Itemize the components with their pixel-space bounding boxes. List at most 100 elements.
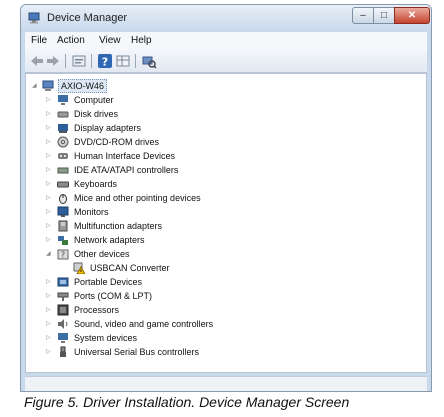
tree-label: Universal Serial Bus controllers xyxy=(74,347,200,357)
network-icon xyxy=(58,236,68,245)
menu-action[interactable]: Action xyxy=(57,35,85,46)
menu-help[interactable]: Help xyxy=(131,35,152,46)
maximize-button[interactable]: □ xyxy=(373,7,395,24)
menu-view[interactable]: View xyxy=(99,35,121,46)
tree-label: Mice and other pointing devices xyxy=(74,193,201,203)
expand-arrow-icon[interactable]: ▷ xyxy=(46,289,53,303)
computer-root-icon xyxy=(42,80,54,91)
usb-icon xyxy=(60,346,66,357)
tree-item-usb-controllers[interactable]: ▷ Universal Serial Bus controllers xyxy=(46,345,366,359)
svg-text:?: ? xyxy=(102,56,108,69)
tree-label: Computer xyxy=(74,95,114,105)
tree-item-other-devices[interactable]: ◢ ? Other devices xyxy=(46,247,366,261)
expand-arrow-icon[interactable]: ▷ xyxy=(46,233,53,247)
tree-item-portable-devices[interactable]: ▷ Portable Devices xyxy=(46,275,366,289)
display-adapter-icon xyxy=(58,124,68,133)
expand-arrow-icon[interactable]: ▷ xyxy=(46,275,53,289)
tree-label: Human Interface Devices xyxy=(74,151,176,161)
toolbar-separator xyxy=(91,54,92,68)
computer-icon xyxy=(58,95,68,105)
tree-label: Multifunction adapters xyxy=(74,221,163,231)
help-icon[interactable]: ? xyxy=(97,53,113,69)
device-tree: ◢ AXIO-W46 ▷ Computer ▷ Disk drives ▷ Di… xyxy=(25,73,427,373)
expand-arrow-icon[interactable]: ▷ xyxy=(46,93,53,107)
portable-device-icon xyxy=(57,277,69,287)
window-title: Device Manager xyxy=(47,12,128,24)
tree-label: DVD/CD-ROM drives xyxy=(74,137,160,147)
ide-controller-icon xyxy=(57,167,69,174)
tree-item-disk-drives[interactable]: ▷ Disk drives xyxy=(46,107,366,121)
tree-item-system-devices[interactable]: ▷ System devices xyxy=(46,331,366,345)
collapse-arrow-icon[interactable]: ◢ xyxy=(46,247,53,261)
tree-item-ports[interactable]: ▷ Ports (COM & LPT) xyxy=(46,289,366,303)
scan-hardware-icon[interactable] xyxy=(141,53,157,69)
tree-label: Other devices xyxy=(74,249,130,259)
back-icon[interactable] xyxy=(29,53,45,69)
title-bar[interactable]: Device Manager – □ ✕ xyxy=(21,5,431,31)
tree-item-dvd-cd-rom-drives[interactable]: ▷ DVD/CD-ROM drives xyxy=(46,135,366,149)
expand-arrow-icon[interactable]: ▷ xyxy=(46,219,53,233)
minimize-button[interactable]: – xyxy=(352,7,374,24)
toolbar-separator xyxy=(65,54,66,68)
tree-label: Keyboards xyxy=(74,179,118,189)
expand-arrow-icon[interactable]: ▷ xyxy=(46,331,53,345)
close-button[interactable]: ✕ xyxy=(394,7,430,24)
tree-label: Display adapters xyxy=(74,123,142,133)
processor-icon xyxy=(57,304,69,316)
expand-arrow-icon[interactable]: ▷ xyxy=(46,135,53,149)
tree-item-sound-video-game[interactable]: ▷ Sound, video and game controllers xyxy=(46,317,366,331)
computer-name: AXIO-W46 xyxy=(58,79,108,93)
expand-arrow-icon[interactable]: ▷ xyxy=(46,205,53,219)
tree-item-multifunction-adapters[interactable]: ▷ Multifunction adapters xyxy=(46,219,366,233)
expand-arrow-icon[interactable]: ▷ xyxy=(46,149,53,163)
tree-label: Disk drives xyxy=(74,109,119,119)
tree-label: IDE ATA/ATAPI controllers xyxy=(74,165,179,175)
tree-item-usbcan-converter[interactable]: USBCAN Converter xyxy=(62,261,362,275)
hid-icon xyxy=(58,153,68,159)
tree-label: Network adapters xyxy=(74,235,145,245)
tree-item-monitors[interactable]: ▷ Monitors xyxy=(46,205,366,219)
tree-root[interactable]: ◢ AXIO-W46 xyxy=(32,79,232,93)
expand-arrow-icon[interactable]: ▷ xyxy=(46,121,53,135)
toolbar-separator xyxy=(135,54,136,68)
svg-text:?: ? xyxy=(61,251,65,260)
collapse-arrow-icon[interactable]: ◢ xyxy=(32,79,39,93)
tree-item-mice[interactable]: ▷ Mice and other pointing devices xyxy=(46,191,366,205)
tree-label: System devices xyxy=(74,333,138,343)
ports-icon xyxy=(57,292,69,301)
warning-device-icon xyxy=(73,262,85,274)
expand-arrow-icon[interactable]: ▷ xyxy=(46,107,53,121)
multifunction-icon xyxy=(58,220,68,232)
system-devices-icon xyxy=(58,333,68,343)
device-manager-window: Device Manager – □ ✕ File Action View He… xyxy=(20,4,432,392)
status-bar xyxy=(25,376,427,391)
menu-file[interactable]: File xyxy=(31,35,47,46)
expand-arrow-icon[interactable]: ▷ xyxy=(46,177,53,191)
expand-arrow-icon[interactable]: ▷ xyxy=(46,303,53,317)
other-devices-icon: ? xyxy=(57,249,69,260)
tree-label: Portable Devices xyxy=(74,277,143,287)
expand-arrow-icon[interactable]: ▷ xyxy=(46,163,53,177)
tree-item-ide-controllers[interactable]: ▷ IDE ATA/ATAPI controllers xyxy=(46,163,366,177)
properties-icon[interactable] xyxy=(71,53,87,69)
figure-caption: Figure 5. Driver Installation. Device Ma… xyxy=(24,394,350,410)
expand-arrow-icon[interactable]: ▷ xyxy=(46,345,53,359)
keyboard-icon xyxy=(57,181,69,188)
expand-arrow-icon[interactable]: ▷ xyxy=(46,317,53,331)
tree-item-display-adapters[interactable]: ▷ Display adapters xyxy=(46,121,366,135)
disk-drive-icon xyxy=(57,111,69,118)
tree-item-computer[interactable]: ▷ Computer xyxy=(46,93,366,107)
tree-item-human-interface-devices[interactable]: ▷ Human Interface Devices xyxy=(46,149,366,163)
forward-icon[interactable] xyxy=(45,53,61,69)
monitor-icon xyxy=(57,206,69,217)
grid-icon[interactable] xyxy=(115,53,131,69)
expand-arrow-icon[interactable]: ▷ xyxy=(46,191,53,205)
tree-label: USBCAN Converter xyxy=(90,263,170,273)
tree-item-network-adapters[interactable]: ▷ Network adapters xyxy=(46,233,366,247)
tree-label: Sound, video and game controllers xyxy=(74,319,214,329)
tree-label: Processors xyxy=(74,305,120,315)
mouse-icon xyxy=(59,194,67,204)
tree-item-keyboards[interactable]: ▷ Keyboards xyxy=(46,177,366,191)
toolbar: ? xyxy=(25,50,427,73)
tree-item-processors[interactable]: ▷ Processors xyxy=(46,303,366,317)
